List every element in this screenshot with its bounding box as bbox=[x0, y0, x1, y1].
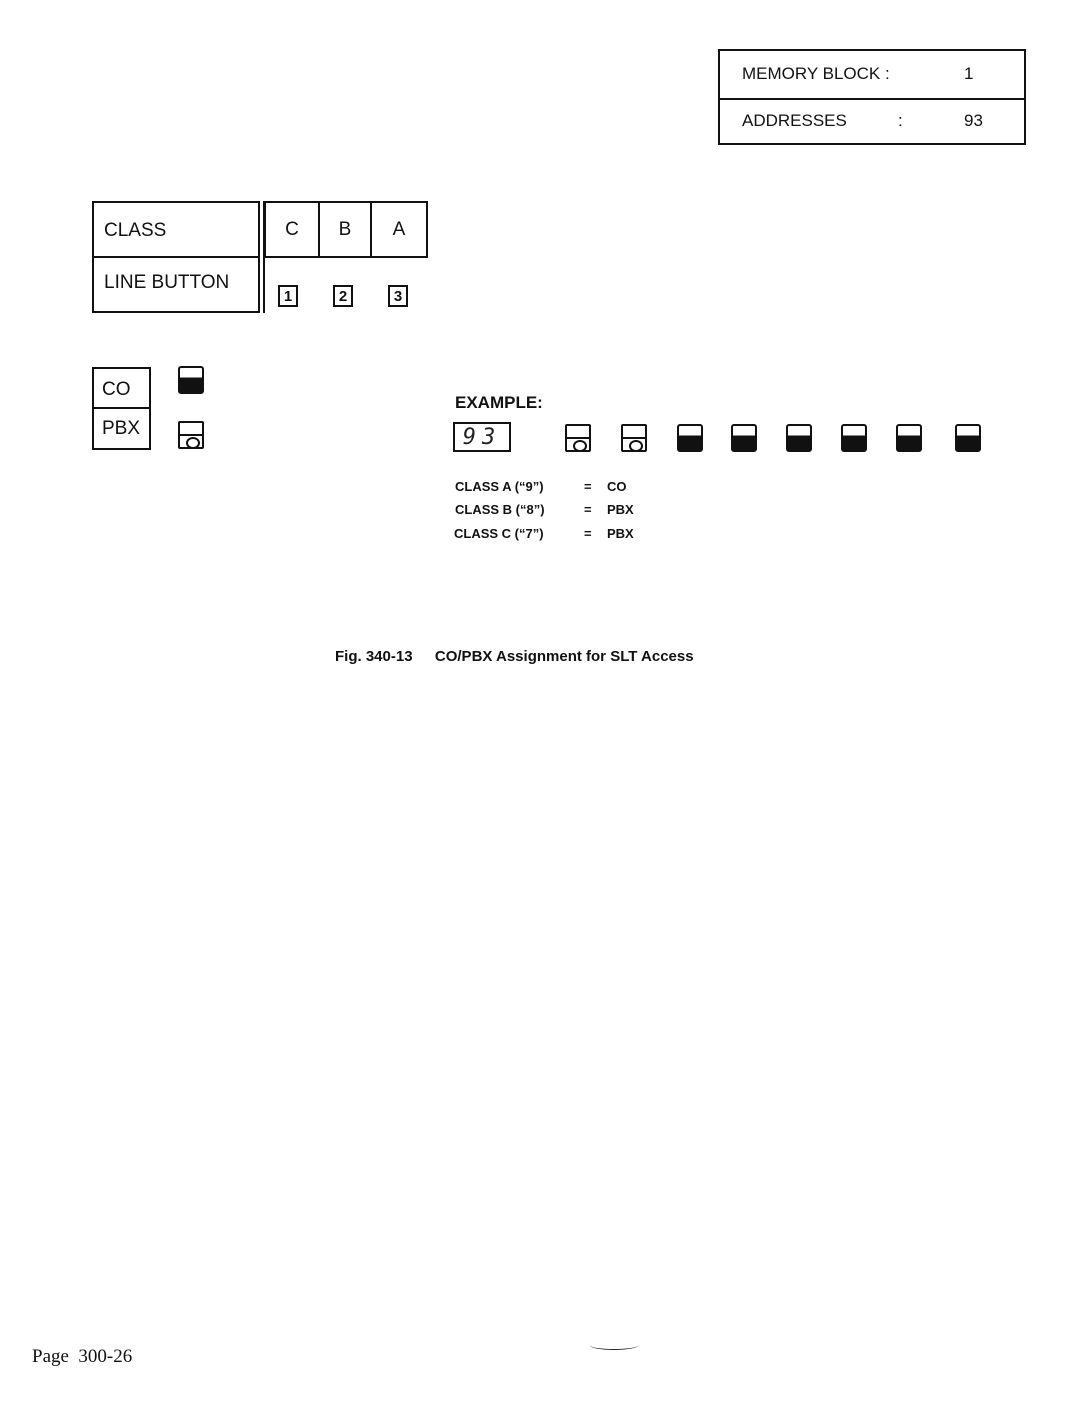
class-a-cell: A bbox=[370, 201, 428, 258]
class-b-cell: B bbox=[318, 201, 372, 258]
figure-caption: Fig. 340-13 CO/PBX Assignment for SLT Ac… bbox=[335, 648, 694, 665]
page-number: Page 300-26 bbox=[32, 1346, 133, 1367]
lamp-unlit-icon bbox=[565, 424, 591, 452]
addresses-label: ADDRESSES bbox=[742, 111, 847, 130]
class-label-cell: CLASS bbox=[92, 201, 260, 258]
scan-mark bbox=[590, 1341, 638, 1350]
assignment-a-class: CLASS A (“9”) bbox=[455, 479, 544, 494]
line-button-label-cell: LINE BUTTON bbox=[92, 256, 260, 313]
figure-title: CO/PBX Assignment for SLT Access bbox=[434, 648, 694, 665]
line-button-3: 3 bbox=[388, 285, 408, 307]
addresses-row: ADDRESSES : 93 bbox=[720, 98, 1024, 145]
assignment-c-class: CLASS C (“7”) bbox=[454, 526, 544, 541]
assignment-c-value: PBX bbox=[607, 526, 634, 541]
memory-block-value: 1 bbox=[964, 64, 974, 83]
line-button-1: 1 bbox=[278, 285, 298, 307]
lamp-lit-icon bbox=[786, 424, 812, 452]
lamp-unlit-icon bbox=[621, 424, 647, 452]
lamp-lit-icon bbox=[731, 424, 757, 452]
example-heading: EXAMPLE: bbox=[455, 393, 543, 412]
lamp-lit-icon bbox=[896, 424, 922, 452]
memory-block-table: MEMORY BLOCK : 1 ADDRESSES : 93 bbox=[718, 49, 1026, 145]
addresses-colon: : bbox=[898, 111, 903, 130]
assignment-b-class: CLASS B (“8”) bbox=[455, 502, 545, 517]
assignment-a-eq: = bbox=[584, 479, 592, 494]
lamp-unlit-icon bbox=[178, 421, 204, 449]
legend-pbx-label: PBX bbox=[102, 418, 141, 439]
class-label: CLASS bbox=[104, 220, 167, 241]
figure-number: Fig. 340-13 bbox=[335, 648, 413, 665]
assignment-b-eq: = bbox=[584, 502, 592, 517]
lamp-lit-icon bbox=[677, 424, 703, 452]
seven-segment-display: 93 bbox=[453, 422, 511, 452]
line-button-label: LINE BUTTON bbox=[104, 272, 230, 293]
assignment-a-value: CO bbox=[607, 479, 627, 494]
class-c-cell: C bbox=[264, 201, 320, 258]
memory-block-label: MEMORY BLOCK : bbox=[742, 64, 890, 83]
legend-co-box: CO bbox=[92, 367, 151, 409]
addresses-value: 93 bbox=[964, 111, 983, 130]
line-button-2: 2 bbox=[333, 285, 353, 307]
assignment-c-eq: = bbox=[584, 526, 592, 541]
legend-co-label: CO bbox=[102, 379, 131, 400]
memory-block-row: MEMORY BLOCK : 1 bbox=[720, 51, 1024, 100]
lamp-lit-icon bbox=[955, 424, 981, 452]
assignment-b-value: PBX bbox=[607, 502, 634, 517]
lamp-lit-icon bbox=[178, 366, 204, 394]
class-table: CLASS LINE BUTTON C B A 1 2 3 bbox=[92, 201, 428, 313]
legend-pbx-box: PBX bbox=[92, 407, 151, 450]
lamp-lit-icon bbox=[841, 424, 867, 452]
